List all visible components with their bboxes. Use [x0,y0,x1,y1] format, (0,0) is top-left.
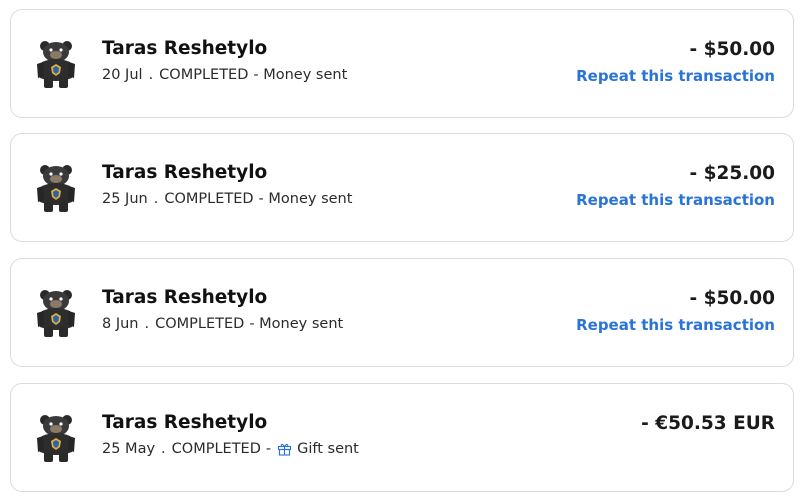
transaction-meta: 25 Jun . COMPLETED - Money sent [102,191,352,207]
repeat-transaction-link[interactable]: Repeat this transaction [576,191,775,209]
transaction-card[interactable]: Taras Reshetylo 25 May . COMPLETED - Gif… [10,383,794,492]
transaction-status: COMPLETED [155,316,245,332]
meta-separator: . [148,67,154,83]
transaction-amount: - $50.00 [689,288,775,309]
transaction-status: COMPLETED [171,441,261,457]
bear-avatar-icon [34,38,78,90]
recipient-name: Taras Reshetylo [102,162,268,183]
recipient-name: Taras Reshetylo [102,287,268,308]
meta-separator: . [144,316,150,332]
transaction-date: 25 Jun [102,191,148,207]
transaction-status: COMPLETED [159,67,249,83]
transaction-date: 8 Jun [102,316,139,332]
transaction-status: COMPLETED [164,191,254,207]
transaction-date: 25 May [102,441,156,457]
transaction-type: - Money sent [249,316,344,332]
bear-avatar-icon [34,162,78,214]
transaction-amount: - €50.53 EUR [641,413,775,434]
transaction-type: Gift sent [297,441,359,457]
gift-icon [277,442,292,456]
recipient-name: Taras Reshetylo [102,38,268,59]
transaction-meta: 8 Jun . COMPLETED - Money sent [102,316,343,332]
transaction-card[interactable]: Taras Reshetylo 25 Jun . COMPLETED - Mon… [10,133,794,242]
meta-dash: - [265,441,272,457]
meta-separator: . [153,191,159,207]
transaction-card[interactable]: Taras Reshetylo 20 Jul . COMPLETED - Mon… [10,9,794,118]
transaction-amount: - $25.00 [689,163,775,184]
transaction-amount: - $50.00 [689,39,775,60]
bear-avatar-icon [34,412,78,464]
repeat-transaction-link[interactable]: Repeat this transaction [576,67,775,85]
transaction-meta: 25 May . COMPLETED - Gift sent [102,441,359,457]
transaction-date: 20 Jul [102,67,143,83]
transaction-meta: 20 Jul . COMPLETED - Money sent [102,67,347,83]
meta-separator: . [161,441,166,457]
recipient-name: Taras Reshetylo [102,412,268,433]
transaction-type: - Money sent [253,67,348,83]
bear-avatar-icon [34,287,78,339]
repeat-transaction-link[interactable]: Repeat this transaction [576,316,775,334]
transaction-card[interactable]: Taras Reshetylo 8 Jun . COMPLETED - Mone… [10,258,794,367]
transaction-type: - Money sent [258,191,353,207]
